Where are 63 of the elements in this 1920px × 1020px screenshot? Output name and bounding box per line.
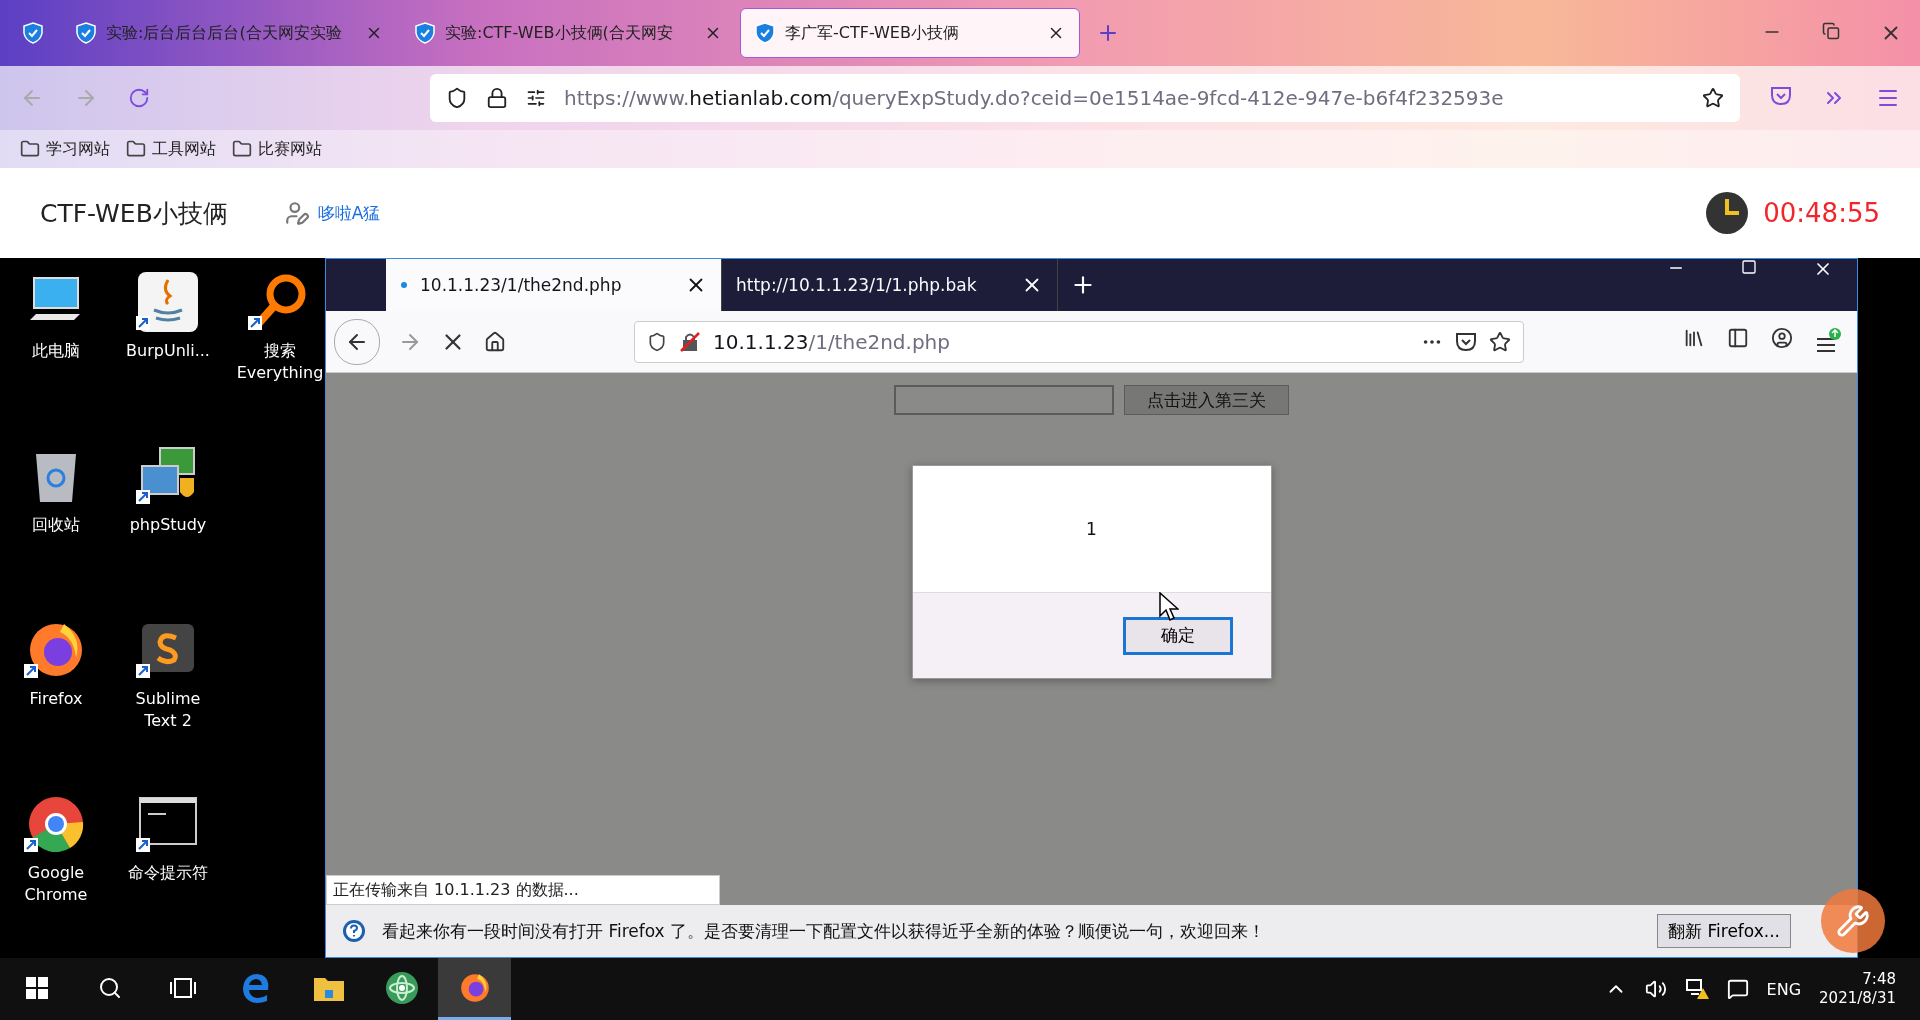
countdown-timer: 00:48:55 bbox=[1763, 198, 1880, 228]
refresh-firefox-button[interactable]: 翻新 Firefox... bbox=[1657, 914, 1791, 948]
shield-icon[interactable] bbox=[446, 87, 468, 109]
taskbar-clock[interactable]: 7:48 2021/8/31 bbox=[1819, 969, 1896, 1009]
bookmark-label: 学习网站 bbox=[46, 138, 110, 160]
status-text: 正在传输来自 10.1.1.23 的数据... bbox=[326, 875, 720, 905]
coffee-cup-icon[interactable] bbox=[136, 270, 200, 334]
task-view-icon bbox=[168, 976, 197, 999]
shield-icon bbox=[23, 22, 43, 44]
shield-icon bbox=[76, 22, 96, 44]
wrench-icon bbox=[1836, 904, 1870, 938]
shield-icon bbox=[415, 22, 435, 44]
page-title: CTF-WEB小技俩 bbox=[40, 197, 228, 230]
desktop-icon-label: Sublime Text 2 bbox=[135, 688, 201, 733]
browser-tab[interactable]: 李广军-CTF-WEB小技俩 bbox=[740, 8, 1080, 58]
browser-tab[interactable]: 10.1.1.23/1/the2nd.php bbox=[386, 259, 722, 311]
folder-icon bbox=[20, 139, 40, 159]
address-bar[interactable]: 10.1.1.23/1/the2nd.php bbox=[634, 320, 1524, 363]
folder-icon bbox=[126, 139, 146, 159]
browser-tab[interactable]: 实验:CTF-WEB小技俩(合天网安 bbox=[401, 8, 736, 58]
restore-icon[interactable] bbox=[1822, 22, 1840, 40]
account-icon[interactable] bbox=[1771, 326, 1793, 349]
home-icon[interactable] bbox=[484, 330, 506, 353]
notification-icon[interactable] bbox=[1726, 978, 1749, 1000]
network-warning-icon[interactable] bbox=[1684, 978, 1709, 1000]
windows-icon bbox=[25, 976, 48, 999]
notification-text: 看起来你有一段时间没有打开 Firefox 了。是否要清理一下配置文件以获得近乎全新的体验？顺便说一句，欢迎回来！ bbox=[382, 919, 1267, 943]
search-icon bbox=[97, 975, 122, 1000]
language-indicator[interactable]: ENG bbox=[1766, 979, 1802, 999]
bookmark-label: 工具网站 bbox=[152, 138, 216, 160]
back-button[interactable] bbox=[334, 318, 380, 365]
volume-icon[interactable] bbox=[1644, 978, 1667, 1000]
insecure-lock-icon[interactable] bbox=[679, 330, 701, 353]
text-input[interactable] bbox=[894, 385, 1114, 415]
address-bar[interactable]: https://www.hetianlab.com/queryExpStudy.do?ceid=0e1514ae-9fcd-412e-947e-b6f4f232593e bbox=[430, 74, 1740, 122]
maximize-icon[interactable] bbox=[1741, 259, 1757, 275]
desktop-icon-label: 此电脑 bbox=[32, 340, 80, 362]
bookmark-star-icon[interactable] bbox=[1702, 87, 1724, 109]
reload-icon[interactable] bbox=[128, 87, 150, 109]
shield-icon bbox=[755, 22, 775, 44]
lock-icon[interactable] bbox=[486, 87, 508, 109]
desktop-icon-label: Google Chrome bbox=[24, 862, 88, 907]
desktop-icon-label: 搜索 Everything bbox=[236, 340, 324, 385]
folder-icon bbox=[232, 139, 252, 159]
desktop-icon-label: BurpUnli... bbox=[126, 340, 210, 362]
ok-button[interactable]: 确定 bbox=[1122, 616, 1233, 655]
help-icon bbox=[342, 919, 366, 943]
bookmark-star-icon[interactable] bbox=[1489, 330, 1511, 353]
clock-icon bbox=[1705, 191, 1750, 235]
bookmark-label: 比赛网站 bbox=[258, 138, 322, 160]
atom-icon bbox=[384, 970, 419, 1005]
sidebar-icon[interactable] bbox=[1727, 326, 1749, 349]
desktop-icon-label: phpStudy bbox=[129, 514, 207, 536]
user-icon bbox=[283, 200, 310, 226]
desktop-icon-label: 命令提示符 bbox=[128, 862, 208, 884]
desktop-icon-label: Firefox bbox=[29, 688, 83, 710]
permissions-icon[interactable] bbox=[526, 88, 546, 108]
shield-icon[interactable] bbox=[647, 331, 667, 352]
desktop-icon-label: 回收站 bbox=[32, 514, 80, 536]
username-link[interactable]: 哆啦A猛 bbox=[317, 201, 381, 225]
pocket-icon[interactable] bbox=[1455, 331, 1477, 352]
submit-button[interactable]: 点击进入第三关 bbox=[1124, 385, 1289, 415]
alert-message: 1 bbox=[1086, 519, 1097, 539]
